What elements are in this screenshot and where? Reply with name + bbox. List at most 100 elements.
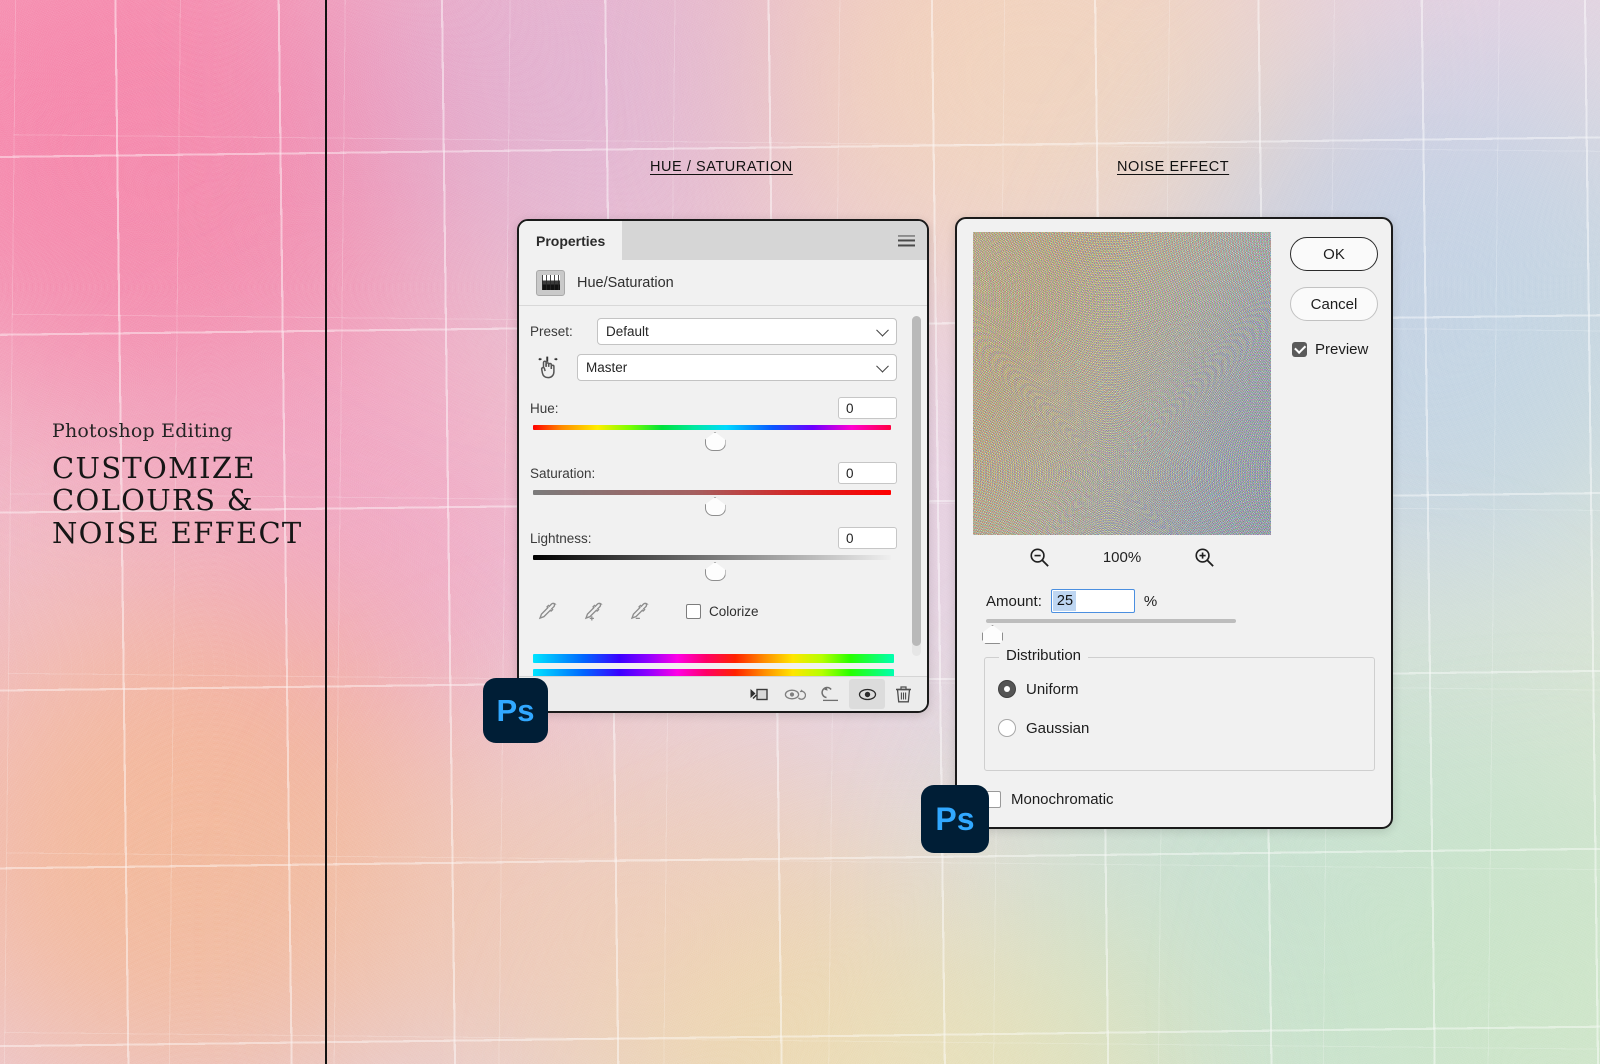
slider-saturation-track-wrap[interactable] xyxy=(530,490,897,520)
slider-hue-thumb[interactable] xyxy=(705,432,726,451)
cancel-button[interactable]: Cancel xyxy=(1290,287,1378,321)
slider-lightness-input[interactable]: 0 xyxy=(838,527,897,549)
slider-saturation: Saturation: 0 xyxy=(530,460,897,520)
reset-icon[interactable] xyxy=(813,679,849,709)
preset-row: Preset: Default xyxy=(530,318,897,345)
amount-unit: % xyxy=(1144,593,1157,610)
slider-lightness-head: Lightness: 0 xyxy=(530,525,897,551)
hamburger-menu-icon[interactable] xyxy=(898,235,915,246)
caption-hue-saturation: HUE / SATURATION xyxy=(650,159,793,175)
slider-saturation-track xyxy=(533,490,891,495)
amount-input[interactable]: 25 xyxy=(1051,589,1135,613)
hue-saturation-adjustment-icon xyxy=(536,270,565,296)
panel-tab-bar: Properties xyxy=(519,221,927,260)
photoshop-logo-badge: Ps xyxy=(483,678,548,743)
clip-to-layer-icon[interactable] xyxy=(741,679,777,709)
colorize-checkbox[interactable]: Colorize xyxy=(686,604,759,619)
add-noise-dialog: OK Cancel Preview 100% Amount: 25 % xyxy=(955,217,1393,829)
preset-value: Default xyxy=(606,324,649,339)
properties-panel: Properties Hue/Saturation Preset: Defaul… xyxy=(517,219,929,713)
radio-gaussian-label: Gaussian xyxy=(1026,720,1089,737)
hue-range-bars xyxy=(533,654,894,676)
zoom-controls: 100% xyxy=(973,541,1271,573)
slider-hue-track xyxy=(533,425,891,430)
slider-hue: Hue: 0 xyxy=(530,395,897,455)
slider-lightness: Lightness: 0 xyxy=(530,525,897,585)
adjustment-glyph xyxy=(542,275,560,290)
menu-line xyxy=(898,244,915,246)
preview-label: Preview xyxy=(1315,341,1368,358)
amount-value: 25 xyxy=(1053,591,1076,611)
headline: CUSTOMIZE COLOURS & NOISE EFFECT xyxy=(52,452,303,549)
slider-lightness-track xyxy=(533,555,891,560)
radio-gaussian-marker xyxy=(998,719,1016,737)
reset-svg xyxy=(821,685,841,703)
eyedropper-icon[interactable] xyxy=(535,599,560,624)
monochromatic-checkbox[interactable]: Monochromatic xyxy=(984,791,1114,808)
chevron-down-icon xyxy=(876,323,889,336)
noise-preview-thumbnail[interactable] xyxy=(973,232,1271,535)
slider-hue-track-wrap[interactable] xyxy=(530,425,897,455)
menu-line xyxy=(898,235,915,237)
zoom-out-icon[interactable] xyxy=(1028,546,1051,569)
hand-scrub-icon[interactable] xyxy=(530,355,566,381)
radio-uniform-label: Uniform xyxy=(1026,681,1079,698)
eyedropper-subtract-icon[interactable] xyxy=(627,599,652,624)
channel-row: Master xyxy=(530,354,897,381)
toggle-layer-visibility-icon[interactable] xyxy=(849,679,885,709)
slider-lightness-thumb[interactable] xyxy=(705,562,726,581)
slider-saturation-thumb[interactable] xyxy=(705,497,726,516)
zoom-in-icon[interactable] xyxy=(1193,546,1216,569)
clip-to-layer-svg xyxy=(749,686,769,703)
slider-hue-label: Hue: xyxy=(530,401,559,416)
preset-dropdown[interactable]: Default xyxy=(597,318,897,345)
amount-slider-track xyxy=(986,619,1236,623)
headline-line-3: NOISE EFFECT xyxy=(52,517,303,549)
preview-checkbox-box xyxy=(1292,342,1307,357)
delete-layer-icon[interactable] xyxy=(885,679,921,709)
ok-button-label: OK xyxy=(1323,246,1345,263)
adjustment-title: Hue/Saturation xyxy=(577,275,674,291)
hand-scrub-svg xyxy=(534,355,562,381)
amount-row: Amount: 25 % xyxy=(986,589,1157,613)
scrollbar-knob[interactable] xyxy=(912,316,921,646)
adjustment-header: Hue/Saturation xyxy=(519,260,927,306)
hue-bar-result[interactable] xyxy=(533,669,894,676)
slider-saturation-head: Saturation: 0 xyxy=(530,460,897,486)
amount-slider[interactable] xyxy=(986,619,1236,645)
view-previous-state-svg xyxy=(784,686,806,703)
preset-label: Preset: xyxy=(530,324,586,339)
properties-scrollbar[interactable] xyxy=(912,316,921,656)
slider-hue-input[interactable]: 0 xyxy=(838,397,897,419)
radio-uniform[interactable]: Uniform xyxy=(998,680,1079,698)
preview-checkbox[interactable]: Preview xyxy=(1292,341,1368,358)
colorize-checkbox-box xyxy=(686,604,701,619)
cancel-button-label: Cancel xyxy=(1311,296,1358,313)
radio-gaussian[interactable]: Gaussian xyxy=(998,719,1089,737)
chevron-down-icon xyxy=(876,359,889,372)
radio-dot xyxy=(1004,686,1010,692)
hue-bar-source[interactable] xyxy=(533,654,894,663)
slider-hue-head: Hue: 0 xyxy=(530,395,897,421)
zoom-level-label: 100% xyxy=(1099,549,1145,566)
menu-line xyxy=(898,240,915,242)
eyedropper-add-icon[interactable] xyxy=(581,599,606,624)
monochromatic-label: Monochromatic xyxy=(1011,791,1114,808)
vertical-divider-line xyxy=(325,0,327,1064)
amount-slider-thumb[interactable] xyxy=(982,625,1003,644)
panel-footer xyxy=(519,676,927,711)
channel-dropdown[interactable]: Master xyxy=(577,354,897,381)
caption-noise-effect: NOISE EFFECT xyxy=(1117,159,1229,175)
trash-svg xyxy=(895,685,912,704)
ok-button[interactable]: OK xyxy=(1290,237,1378,271)
headline-line-1: CUSTOMIZE xyxy=(52,452,303,484)
headline-line-2: COLOURS & xyxy=(52,484,303,516)
properties-scroll-content: Preset: Default xyxy=(519,306,927,676)
slider-lightness-track-wrap[interactable] xyxy=(530,555,897,585)
tab-properties[interactable]: Properties xyxy=(519,221,622,260)
slider-saturation-input[interactable]: 0 xyxy=(838,462,897,484)
amount-label: Amount: xyxy=(986,593,1042,610)
eyedropper-row: Colorize xyxy=(535,599,897,624)
radio-uniform-marker xyxy=(998,680,1016,698)
view-previous-state-icon[interactable] xyxy=(777,679,813,709)
